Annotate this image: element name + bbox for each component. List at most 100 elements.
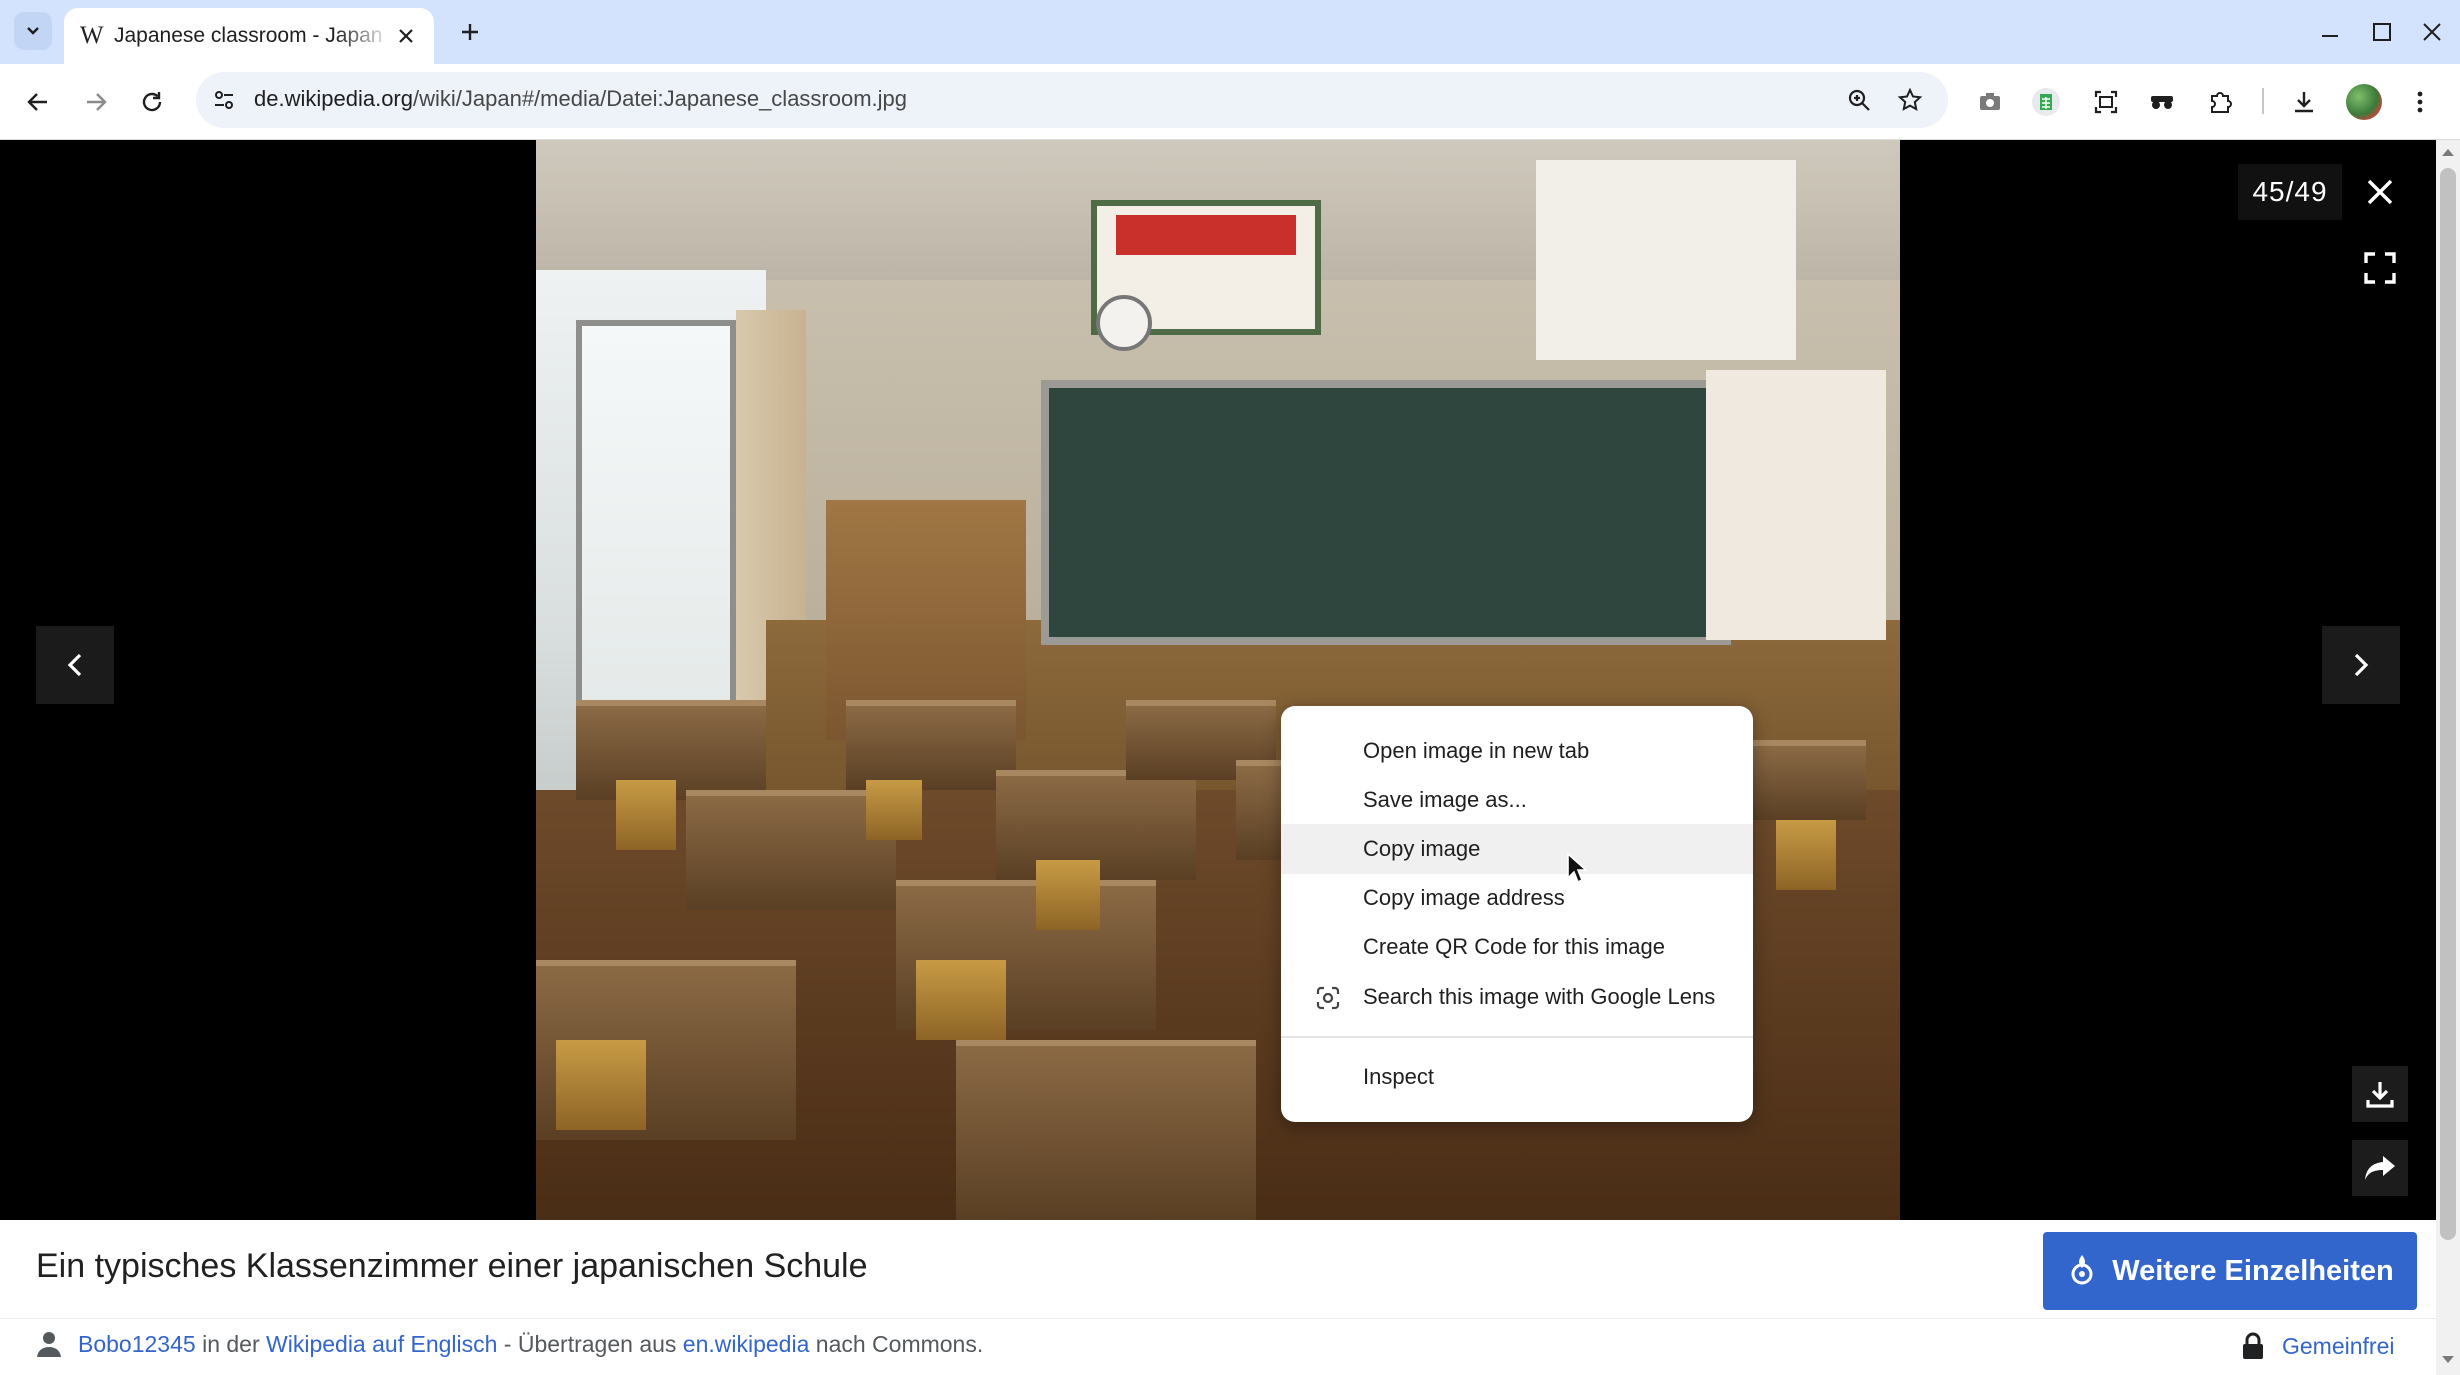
photo-desk: [846, 700, 1016, 790]
google-lens-icon: [1315, 985, 1341, 1017]
photo-desk: [686, 790, 896, 910]
source-link[interactable]: Wikipedia auf Englisch: [266, 1331, 497, 1357]
mouse-cursor-icon: [1566, 852, 1590, 884]
license-link[interactable]: Gemeinfrei: [2282, 1333, 2394, 1360]
photo-desk: [956, 1040, 1256, 1220]
download-icon: [2366, 1082, 2394, 1108]
camera-icon: [1980, 93, 2000, 110]
menu-item-inspect[interactable]: Inspect: [1281, 1052, 1753, 1102]
en-wikipedia-link[interactable]: en.wikipedia: [683, 1331, 810, 1357]
photo-clock: [1096, 295, 1152, 351]
back-button[interactable]: [16, 80, 60, 124]
zoom-button[interactable]: [1843, 84, 1875, 116]
lock-icon: [2238, 1331, 2268, 1361]
more-details-button[interactable]: Weitere Einzelheiten: [2043, 1232, 2417, 1310]
menu-item-save-image-as[interactable]: Save image as...: [1281, 775, 1753, 825]
maximize-icon: [2373, 23, 2391, 41]
close-icon: [399, 29, 413, 43]
next-image-button[interactable]: [2322, 626, 2400, 704]
reload-button[interactable]: [130, 80, 174, 124]
arrow-left-icon: [27, 93, 47, 111]
forward-button[interactable]: [74, 80, 118, 124]
close-icon: [2367, 179, 2393, 205]
photo-chair: [866, 780, 922, 840]
menu-separator: [1281, 1036, 1753, 1038]
image-caption: Ein typisches Klassenzimmer einer japani…: [36, 1247, 868, 1285]
menu-item-copy-image[interactable]: Copy image: [1281, 824, 1753, 874]
profile-avatar[interactable]: [2346, 84, 2382, 120]
photo-timetable: [1536, 160, 1796, 360]
menu-item-open-image-new-tab[interactable]: Open image in new tab: [1281, 726, 1753, 776]
arrow-right-icon: [87, 93, 107, 111]
menu-item-copy-image-address[interactable]: Copy image address: [1281, 873, 1753, 923]
chevron-down-icon: [27, 27, 39, 35]
fullscreen-icon: [2364, 252, 2396, 284]
close-viewer-button[interactable]: [2350, 162, 2410, 222]
spreadsheet-icon: [2032, 88, 2060, 116]
star-icon: [1897, 87, 1923, 112]
reload-icon: [142, 92, 162, 112]
photo-chair: [556, 1040, 646, 1130]
previous-image-button[interactable]: [36, 626, 114, 704]
kebab-menu-icon: [2417, 91, 2423, 113]
downloads-button[interactable]: [2282, 80, 2326, 124]
glasses-icon: [2151, 96, 2173, 109]
url-path: /wiki/Japan#/media/Datei:Japanese_classr…: [412, 86, 908, 111]
browser-tab[interactable]: W Japanese classroom - Japan: [64, 8, 434, 64]
photo-sign-banner: [1116, 215, 1296, 255]
commons-logo-icon: [2071, 1255, 2093, 1285]
toolbar-divider: [2262, 88, 2264, 114]
site-info-button[interactable]: [208, 84, 240, 116]
photo-chair: [1776, 820, 1836, 890]
menu-item-google-lens[interactable]: Search this image with Google Lens: [1281, 972, 1753, 1022]
menu-item-create-qr-code[interactable]: Create QR Code for this image: [1281, 922, 1753, 972]
extensions-button[interactable]: [2198, 80, 2242, 124]
credit-text: - Übertragen aus: [497, 1331, 683, 1357]
scroll-up-arrow-icon[interactable]: [2441, 144, 2455, 162]
screenshot-extension-button[interactable]: [1968, 80, 2012, 124]
photo-blackboard: [1041, 380, 1731, 645]
photo-poster: [1706, 370, 1886, 640]
chevron-right-icon: [2354, 653, 2369, 677]
puzzle-icon: [2211, 92, 2232, 113]
wikipedia-favicon-icon: W: [80, 22, 104, 49]
author-link[interactable]: Bobo12345: [78, 1331, 196, 1357]
context-menu: Open image in new tab Save image as... C…: [1281, 706, 1753, 1122]
share-icon: [2365, 1156, 2395, 1180]
scrollbar-thumb[interactable]: [2440, 168, 2456, 1240]
screen-capture-icon: [2094, 90, 2118, 114]
sheets-extension-button[interactable]: [2024, 80, 2068, 124]
url-domain: de.wikipedia.org: [254, 86, 413, 111]
menu-button[interactable]: [2398, 80, 2442, 124]
tune-icon: [215, 91, 233, 109]
minimize-icon: [2322, 35, 2338, 37]
close-icon: [2423, 23, 2441, 41]
credit-text: in der: [195, 1331, 267, 1357]
image-counter: 45/49: [2238, 164, 2342, 220]
close-window-button[interactable]: [2412, 14, 2452, 50]
menu-item-label: Search this image with Google Lens: [1363, 984, 1716, 1009]
incognito-extension-button[interactable]: [2140, 80, 2184, 124]
download-icon: [2295, 92, 2313, 113]
photo-chair: [916, 960, 1006, 1040]
fullscreen-button[interactable]: [2350, 238, 2410, 298]
new-tab-button[interactable]: [452, 14, 488, 50]
maximize-button[interactable]: [2362, 14, 2402, 50]
photo-chair: [616, 780, 676, 850]
user-icon: [34, 1329, 64, 1359]
minimize-button[interactable]: [2310, 14, 2350, 50]
url-text[interactable]: de.wikipedia.org/wiki/Japan#/media/Datei…: [254, 86, 907, 112]
credit-text: nach Commons.: [809, 1331, 984, 1357]
tab-title: Japanese classroom - Japan: [114, 24, 383, 47]
more-details-label: Weitere Einzelheiten: [2112, 1254, 2394, 1287]
capture-area-button[interactable]: [2084, 80, 2128, 124]
plus-icon: [462, 24, 478, 40]
scroll-down-arrow-icon[interactable]: [2441, 1352, 2455, 1370]
download-image-button[interactable]: [2352, 1066, 2408, 1122]
photo-chair: [1036, 860, 1100, 930]
bookmark-button[interactable]: [1894, 84, 1926, 116]
tab-close-button[interactable]: [392, 22, 420, 50]
share-image-button[interactable]: [2352, 1140, 2408, 1196]
chevron-left-icon: [67, 653, 82, 677]
tab-search-button[interactable]: [14, 12, 52, 50]
